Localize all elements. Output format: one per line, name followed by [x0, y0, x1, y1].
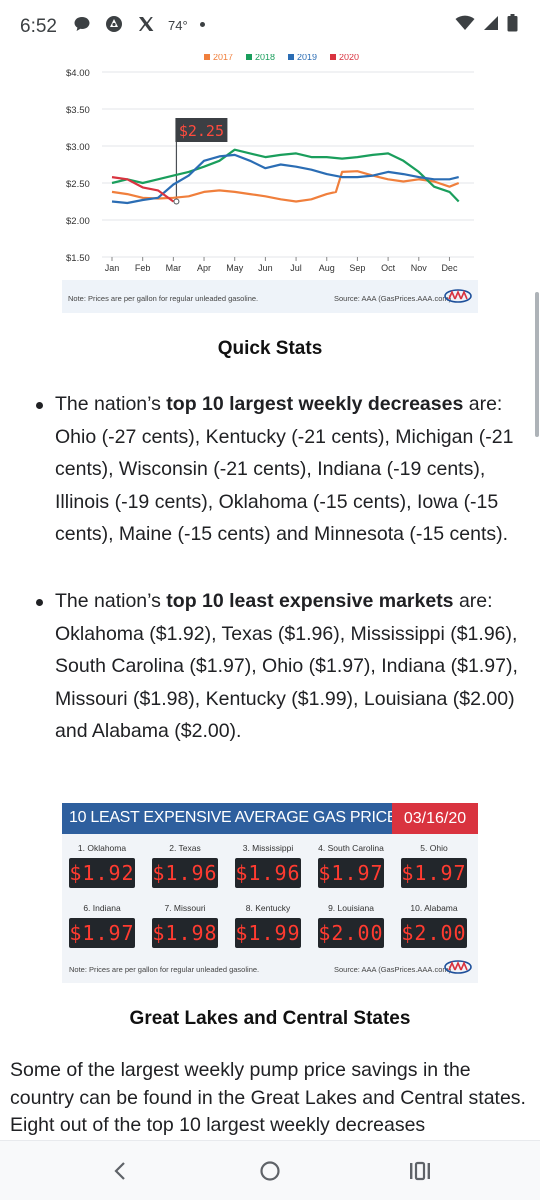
x-tick-label: Sep [349, 263, 365, 273]
board-state-label: 10. Alabama [410, 903, 458, 913]
x-tick-label: Jul [290, 263, 302, 273]
scrollbar[interactable] [535, 292, 539, 437]
notification-icons: 74° [72, 14, 205, 34]
x-tick-label: Apr [197, 263, 211, 273]
legend-label: 2018 [255, 54, 275, 62]
legend-swatch [288, 54, 294, 60]
bullet-prefix: The nation’s [55, 590, 167, 612]
board-state-label: 6. Indiana [83, 903, 121, 913]
home-button[interactable] [255, 1157, 285, 1185]
legend-label: 2020 [339, 54, 359, 62]
x-tick-label: Jun [258, 263, 273, 273]
board-state-label: 7. Missouri [164, 903, 206, 913]
article-content[interactable]: 2017 2018 2019 2020 $4.00 $3.50 $3.00 $2.50 $2.0… [0, 54, 540, 1140]
board-price-display: $1.99 [235, 918, 301, 948]
back-icon [114, 1162, 125, 1180]
wifi-icon [455, 15, 475, 36]
bullet-highlight: top 10 least expensive markets [166, 590, 454, 612]
aaa-logo-icon [444, 960, 472, 974]
status-time: 6:52 [20, 16, 57, 37]
legend-swatch [246, 54, 252, 60]
board-state-label: 4. South Carolina [318, 843, 384, 853]
recents-icon [410, 1161, 430, 1181]
board-source: Source: AAA (GasPrices.AAA.com) [334, 965, 452, 974]
board-price-display: $2.00 [401, 918, 467, 948]
legend-label: 2017 [213, 54, 233, 62]
bullet-prefix: The nation’s [55, 393, 167, 415]
chat-icon [72, 14, 92, 34]
x-tick-label: Oct [381, 263, 396, 273]
board-price-display: $1.96 [152, 858, 218, 888]
x-tick-label: Dec [441, 263, 458, 273]
signal-icon [483, 15, 499, 36]
board-state-label: 8. Kentucky [245, 903, 291, 913]
status-bar: 6:52 74° [0, 0, 540, 54]
x-tick-label: Feb [135, 263, 151, 273]
bullet-body: are: Oklahoma ($1.92), Texas ($1.96), Mi… [55, 590, 518, 742]
great-lakes-heading: Great Lakes and Central States [129, 1008, 411, 1029]
list-item: The nation’s top 10 least expensive mark… [55, 585, 530, 748]
system-icons [455, 14, 518, 37]
navigation-bar [0, 1140, 540, 1200]
board-state-label: 1. Oklahoma [77, 843, 127, 853]
chart-note: Note: Prices are per gallon for regular … [68, 294, 259, 303]
aaa-logo-icon [444, 289, 472, 303]
board-price-display: $1.97 [401, 858, 467, 888]
x-tick-label: May [226, 263, 244, 273]
shield-icon [104, 14, 124, 34]
y-tick-label: $1.50 [66, 253, 90, 264]
callout-label: $2.25 [179, 122, 224, 140]
home-icon [260, 1161, 280, 1181]
x-tick-label: Aug [319, 263, 335, 273]
list-item: The nation’s top 10 largest weekly decre… [55, 388, 530, 551]
legend-swatch [204, 54, 210, 60]
x-tick-label: Mar [166, 263, 182, 273]
board-title: 10 LEAST EXPENSIVE AVERAGE GAS PRICES [69, 809, 408, 826]
bullet-marker [36, 599, 43, 606]
least-expensive-board: 10 LEAST EXPENSIVE AVERAGE GAS PRICES 03… [62, 803, 478, 983]
board-state-label: 9. Louisiana [328, 903, 374, 913]
legend-label: 2019 [297, 54, 317, 62]
callout-point [173, 198, 180, 205]
recents-button[interactable] [405, 1157, 435, 1185]
line-chart: 2017 2018 2019 2020 $4.00 $3.50 $3.00 $2.50 $2.0… [66, 54, 474, 273]
board-price-display: $1.98 [152, 918, 218, 948]
board-state-label: 2. Texas [169, 843, 201, 853]
x-tick-label: Nov [411, 263, 428, 273]
chart-source: Source: AAA (GasPrices.AAA.com) [334, 294, 452, 303]
bullet-marker [36, 402, 43, 409]
board-price-display: $1.97 [318, 858, 384, 888]
back-button[interactable] [105, 1157, 135, 1185]
temperature-text: 74° [168, 17, 188, 33]
y-tick-label: $4.00 [66, 68, 90, 79]
legend-swatch [330, 54, 336, 60]
y-tick-label: $3.50 [66, 105, 90, 116]
board-header: 10 LEAST EXPENSIVE AVERAGE GAS PRICES 03… [62, 803, 478, 834]
board-state-label: 5. Ohio [420, 843, 448, 853]
bullet-highlight: top 10 largest weekly decreases [166, 393, 464, 415]
board-price-display: $2.00 [318, 918, 384, 948]
board-price-display: $1.97 [69, 918, 135, 948]
y-tick-label: $3.00 [66, 142, 90, 153]
dot-icon [199, 21, 205, 27]
gas-price-chart: 2017 2018 2019 2020 $4.00 $3.50 $3.00 $2.50 $2.0… [62, 54, 478, 313]
bullet-body: are: Ohio (-27 cents), Kentucky (-21 cen… [55, 393, 514, 545]
battery-icon [507, 14, 518, 37]
quick-stats-heading: Quick Stats [217, 338, 323, 359]
board-state-label: 3. Mississippi [242, 843, 294, 853]
x-logo-icon [136, 14, 156, 34]
article-paragraph: Some of the largest weekly pump price sa… [10, 1059, 526, 1136]
y-tick-label: $2.50 [66, 179, 90, 190]
x-tick-label: Jan [105, 263, 120, 273]
board-price-display: $1.96 [235, 858, 301, 888]
board-date: 03/16/20 [392, 803, 478, 834]
y-tick-label: $2.00 [66, 216, 90, 227]
board-note: Note: Prices are per gallon for regular … [69, 965, 260, 974]
board-price-display: $1.92 [69, 858, 135, 888]
